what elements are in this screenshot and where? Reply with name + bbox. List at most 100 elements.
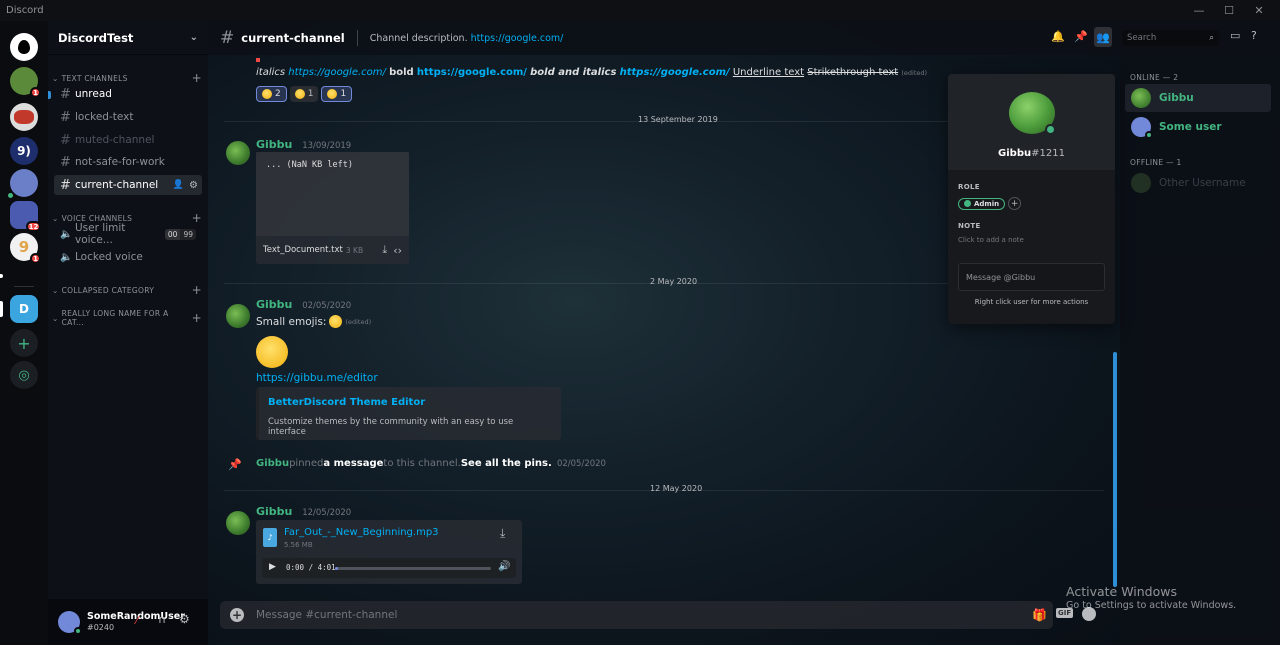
category-long-name[interactable]: ⌄ REALLY LONG NAME FOR A CAT... +: [52, 309, 202, 327]
guild-header[interactable]: DiscordTest ⌄: [48, 21, 208, 55]
user-popout: Gibbu#1211 ROLE Admin + NOTE Click to ad…: [948, 74, 1115, 324]
voice-channel-locked[interactable]: 🔈 Locked voice: [54, 247, 202, 267]
link[interactable]: https://google.com/: [620, 67, 730, 78]
channel-muted[interactable]: # muted-channel: [54, 130, 202, 150]
member-list: ONLINE — 2 Gibbu Some user OFFLINE — 1 O…: [1120, 55, 1280, 645]
message-text: Small emojis: (edited): [256, 315, 372, 328]
pin-icon[interactable]: 📌: [1074, 30, 1088, 43]
server-icon-avatar[interactable]: [6, 169, 38, 200]
avatar[interactable]: [226, 511, 250, 535]
avatar[interactable]: [1008, 92, 1056, 135]
message-input[interactable]: Message #current-channel: [256, 609, 397, 621]
avatar[interactable]: [58, 611, 82, 635]
add-channel-icon[interactable]: +: [192, 71, 202, 85]
link[interactable]: https://google.com/: [417, 67, 527, 78]
see-pins-link[interactable]: See all the pins.: [461, 458, 552, 469]
search-icon: ⌕: [1209, 33, 1214, 43]
window-titlebar: Discord: [0, 0, 1280, 21]
channel-name: current-channel: [75, 179, 159, 191]
message-composer: + Message #current-channel 🎁 GIF: [220, 601, 1096, 629]
member-other-username[interactable]: Other Username: [1125, 169, 1271, 197]
voice-channel-user-limit[interactable]: 🔈 User limit voice... 00 99: [54, 222, 202, 246]
author-name[interactable]: Gibbu: [256, 505, 292, 518]
popout-header: Gibbu#1211: [948, 74, 1115, 170]
file-name: Text_Document.txt: [263, 245, 343, 255]
link[interactable]: https://google.com/: [288, 67, 386, 78]
member-some-user[interactable]: Some user: [1125, 113, 1271, 141]
add-role-icon[interactable]: +: [1008, 197, 1022, 210]
guild-name: DiscordTest: [58, 30, 134, 45]
help-icon[interactable]: ?: [1251, 29, 1257, 42]
author-name[interactable]: Gibbu: [256, 458, 289, 469]
server-icon-gibbu[interactable]: 9): [10, 137, 38, 165]
add-channel-icon[interactable]: +: [192, 211, 202, 225]
server-icon-blue[interactable]: 12: [10, 201, 41, 232]
laughing-emoji-icon: [329, 315, 343, 328]
server-icon-mask[interactable]: [10, 103, 38, 131]
invite-icon[interactable]: 👤: [173, 180, 184, 190]
close-button[interactable]: ✕: [1244, 0, 1274, 21]
hash-icon: #: [60, 86, 71, 102]
hash-icon: #: [220, 28, 235, 48]
audio-progress-track[interactable]: [335, 567, 491, 570]
bell-icon[interactable]: 🔔: [1051, 30, 1065, 43]
members-icon[interactable]: 👥: [1094, 27, 1112, 47]
minimize-button[interactable]: —: [1184, 0, 1214, 21]
direct-message-input[interactable]: Message @Gibbu: [958, 263, 1105, 291]
add-server-icon[interactable]: +: [10, 329, 38, 357]
channel-nsfw[interactable]: # not-safe-for-work: [54, 152, 202, 172]
add-channel-icon[interactable]: +: [192, 311, 202, 325]
reaction-button[interactable]: 1: [289, 86, 319, 102]
inbox-icon[interactable]: ▭: [1230, 29, 1240, 42]
play-icon[interactable]: ▶: [269, 562, 276, 572]
pin-icon: 📌: [228, 458, 242, 471]
author-name[interactable]: Gibbu: [256, 138, 292, 151]
hash-icon: #: [60, 154, 71, 170]
pinned-message-link[interactable]: a message: [323, 458, 383, 469]
role-pill[interactable]: Admin: [958, 197, 1006, 210]
reaction-button[interactable]: 1: [321, 86, 353, 102]
category-text-channels[interactable]: ⌄ TEXT CHANNELS +: [52, 71, 202, 85]
file-name[interactable]: Far_Out_-_New_Beginning.mp3: [284, 527, 439, 538]
explore-icon[interactable]: ◎: [10, 361, 38, 389]
add-channel-icon[interactable]: +: [192, 283, 202, 297]
download-icon[interactable]: ⤓: [382, 243, 387, 257]
channel-locked-text[interactable]: # locked-text: [54, 107, 202, 127]
watermark-subtitle: Go to Settings to activate Windows.: [1066, 600, 1237, 611]
player-time: 0:00 / 4:01: [286, 563, 336, 572]
home-server-icon[interactable]: [10, 33, 38, 61]
online-category: ONLINE — 2: [1130, 73, 1179, 82]
server-icon-9[interactable]: 9 1: [10, 233, 41, 264]
note-input[interactable]: Click to add a note: [958, 236, 1105, 244]
gear-icon[interactable]: ⚙: [179, 612, 190, 626]
mute-mic-icon[interactable]: ⁄: [136, 614, 138, 627]
member-gibbu[interactable]: Gibbu: [1125, 84, 1271, 112]
embed-title[interactable]: BetterDiscord Theme Editor: [268, 397, 552, 408]
attach-plus-icon[interactable]: +: [230, 608, 244, 622]
category-collapsed[interactable]: ⌄ COLLAPSED CATEGORY +: [52, 283, 202, 297]
volume-icon[interactable]: 🔊: [498, 561, 510, 572]
server-icon-pepe[interactable]: 1: [10, 67, 41, 98]
category-label: TEXT CHANNELS: [61, 73, 128, 83]
description-link[interactable]: https://google.com/: [471, 33, 564, 44]
search-input[interactable]: Search ⌕: [1122, 30, 1219, 46]
emoji-icon: [262, 89, 272, 99]
author-name[interactable]: Gibbu: [256, 298, 292, 311]
reaction-button[interactable]: 2: [256, 86, 287, 102]
server-icon-d[interactable]: D: [10, 295, 38, 323]
channel-unread[interactable]: # unread: [54, 84, 202, 104]
message-link[interactable]: https://gibbu.me/editor: [256, 372, 378, 384]
avatar[interactable]: [226, 304, 250, 328]
scrollbar-thumb[interactable]: [1113, 352, 1117, 587]
gear-icon[interactable]: ⚙: [189, 180, 198, 191]
unread-pill: [0, 274, 3, 278]
code-expand-icon[interactable]: ‹›: [393, 244, 402, 257]
maximize-button[interactable]: ☐: [1214, 0, 1244, 21]
headphones-icon[interactable]: ∩: [158, 613, 166, 626]
avatar[interactable]: [226, 141, 250, 165]
channel-current[interactable]: # current-channel 👤 ⚙: [54, 175, 202, 195]
gift-icon[interactable]: 🎁: [1032, 608, 1047, 622]
channel-name: muted-channel: [75, 134, 155, 146]
download-icon[interactable]: ⤓: [500, 526, 505, 541]
offline-category: OFFLINE — 1: [1130, 158, 1182, 167]
